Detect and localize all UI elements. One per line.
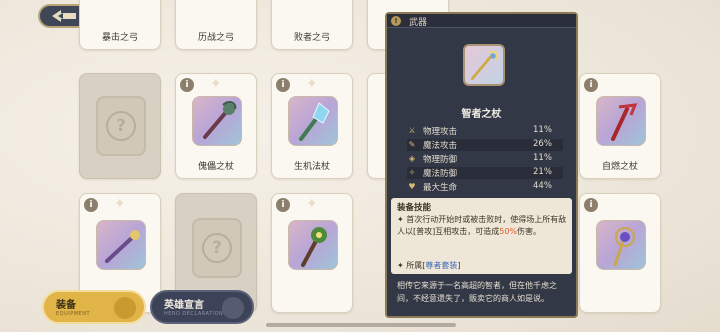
heart-icon: ♥ [408,182,416,191]
stat-row: ♥ 最大生命 44% [407,181,563,193]
puppet-staff-icon [192,96,242,146]
burning-staff-icon [596,96,646,146]
stat-row: ✧ 魔法防御 21% [407,167,563,179]
tab-label: 英雄宣言 [164,300,204,311]
weapon-card[interactable]: 败者之弓 [271,0,353,50]
sword-icon: ⚔ [408,126,416,135]
skills-title: 装备技能 [397,203,432,213]
stat-value: 26% [533,139,552,149]
category-label: 武器 [409,18,428,28]
sage-staff-icon [463,44,505,86]
weapon-detail-popup: ! 武器 智者之杖 ⚔ 物理攻击 11% ✎ 魔法攻击 26% ◈ 物理防御 1… [385,12,578,318]
stat-row: ◈ 物理防御 11% [407,153,563,165]
stat-name: 物理攻击 [423,127,458,137]
card-label: 历战之弓 [197,33,234,43]
home-indicator[interactable] [266,323,456,327]
set-info: ✦ 所属[尊者套装] [397,261,461,270]
weapon-card[interactable]: i ✦ 傀儡之杖 [175,73,257,179]
tab-equipment[interactable]: 装备 EQUIPMENT [42,290,146,324]
stat-value: 44% [533,181,552,191]
sparkle-icon: ✦ [210,76,222,92]
question-icon: ? [106,111,136,141]
weapon-card[interactable]: i [579,193,661,313]
flavor-text: 相传它来源于一名高超的智者，但在他千虑之间，不经意遗失了，贩卖它的商人如是说。 [397,281,557,303]
tab-label: 装备 [56,300,76,311]
life-staff-icon [288,96,338,146]
shield-icon: ◈ [408,154,416,163]
card-label: 败者之弓 [293,33,330,43]
locked-frame: ? [192,218,242,278]
tab-sublabel: HERO DECLARATION [164,311,224,317]
skill-highlight: 50% [499,227,518,236]
magic-shield-icon: ✧ [408,168,416,177]
eye-staff-icon [288,220,338,270]
exclamation-icon: ! [391,16,401,26]
stat-value: 21% [533,167,552,177]
sparkle-icon: ✦ [306,196,318,212]
question-icon: ? [202,233,232,263]
sparkle-icon: ✦ [114,196,126,212]
set-link[interactable]: 尊者套装 [425,261,457,270]
wand-icon: ✎ [408,140,416,149]
equipment-emblem-icon [114,297,136,319]
info-badge-icon[interactable]: i [584,78,598,92]
stat-row: ⚔ 物理攻击 11% [407,125,563,137]
hero-emblem-icon [222,297,244,319]
info-badge-icon[interactable]: i [276,78,290,92]
tab-hero-declaration[interactable]: 英雄宣言 HERO DECLARATION [150,290,254,324]
card-label: 暴击之弓 [101,33,138,43]
locked-frame: ? [96,96,146,156]
info-badge-icon[interactable]: i [180,78,194,92]
weapon-card[interactable]: i 自燃之杖 [579,73,661,179]
collection-screen: 收集 i 暴击之弓 历战之弓 败者之弓 ? i ✦ 傀儡之杖 i ✦ [0,0,720,332]
card-label: 傀儡之杖 [197,162,234,172]
card-label: 生机法杖 [293,162,330,172]
stat-name: 魔法攻击 [423,141,458,151]
stat-name: 最大生命 [423,183,458,193]
stat-row: ✎ 魔法攻击 26% [407,139,563,151]
info-badge-icon[interactable]: i [84,198,98,212]
stat-name: 物理防御 [423,155,458,165]
stat-value: 11% [533,125,552,135]
weapon-card[interactable]: 历战之弓 [175,0,257,50]
sparkle-icon: ✦ [306,76,318,92]
weapon-card[interactable]: 暴击之弓 [79,0,161,50]
skill-description: ✦ 首次行动开始时或被击败时，使得场上所有敌人以[普攻]互相攻击，可造成50%伤… [397,215,567,236]
weapon-card[interactable]: i ✦ [271,193,353,313]
weapon-card[interactable]: i ✦ 生机法杖 [271,73,353,179]
card-label: 自燃之杖 [601,162,638,172]
stat-name: 魔法防御 [423,169,458,179]
locked-weapon-card[interactable]: ? [79,73,161,179]
popup-header: ! 武器 [387,14,576,28]
tab-sublabel: EQUIPMENT [56,311,91,317]
weapon-name: 智者之杖 [461,109,502,120]
skills-box: 装备技能 ✦ 首次行动开始时或被击败时，使得场上所有敌人以[普攻]互相攻击，可造… [391,198,572,274]
orb-staff-icon [596,220,646,270]
back-arrow-icon [52,10,76,22]
stat-value: 11% [533,153,552,163]
staff-icon [96,220,146,270]
info-badge-icon[interactable]: i [584,198,598,212]
info-badge-icon[interactable]: i [276,198,290,212]
